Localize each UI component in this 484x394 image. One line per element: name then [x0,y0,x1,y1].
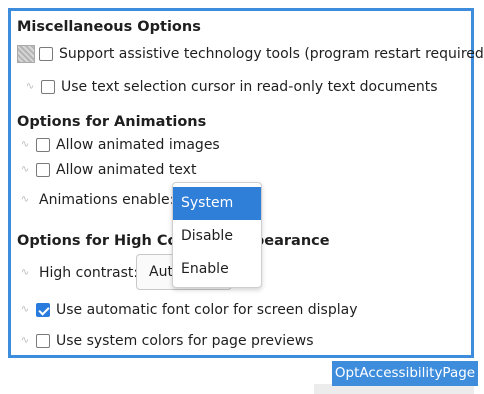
system-colors-label: Use system colors for page previews [56,333,314,349]
assistive-tech-label: Support assistive technology tools (prog… [59,46,484,62]
animated-text-option[interactable]: ∿ Allow animated text [20,162,197,178]
assistive-tech-checkbox[interactable] [39,47,53,61]
lock-icon: ∿ [20,164,30,175]
animated-images-option[interactable]: ∿ Allow animated images [20,137,220,153]
page-caption: OptAccessibilityPage [332,361,478,386]
dropdown-option-disable[interactable]: Disable [173,220,261,253]
animations-enable-dropdown[interactable]: System Disable Enable [172,182,262,288]
auto-font-color-label: Use automatic font color for screen disp… [56,302,358,318]
misc-section-title: Miscellaneous Options [17,19,201,35]
auto-font-color-checkbox[interactable] [36,303,50,317]
high-contrast-label: High contrast: [39,265,139,281]
lock-icon: ∿ [20,304,30,315]
animations-section-title: Options for Animations [17,114,207,130]
selection-cursor-option[interactable]: ∿ Use text selection cursor in read-only… [25,79,438,95]
system-colors-checkbox[interactable] [36,334,50,348]
lock-icon: ∿ [20,139,30,150]
auto-font-color-option[interactable]: ∿ Use automatic font color for screen di… [20,302,358,318]
animated-images-checkbox[interactable] [36,138,50,152]
system-colors-option[interactable]: ∿ Use system colors for page previews [20,333,314,349]
assistive-tech-option[interactable]: Support assistive technology tools (prog… [17,45,484,63]
lock-icon: ∿ [20,194,30,205]
lock-icon: ∿ [20,267,30,278]
selection-cursor-checkbox[interactable] [41,80,55,94]
lock-icon: ∿ [20,335,30,346]
high-contrast-row: ∿ High contrast: [20,265,138,281]
dropdown-option-system[interactable]: System [173,187,261,220]
dropdown-option-enable[interactable]: Enable [173,253,261,286]
selection-cursor-label: Use text selection cursor in read-only t… [61,79,438,95]
hatched-square-icon [17,45,35,63]
animated-images-label: Allow animated images [56,137,220,153]
animated-text-label: Allow animated text [56,162,197,178]
lock-icon: ∿ [25,81,35,92]
animated-text-checkbox[interactable] [36,163,50,177]
animations-enable-label: Animations enable: [39,192,175,208]
animations-enable-row: ∿ Animations enable: [20,192,175,208]
